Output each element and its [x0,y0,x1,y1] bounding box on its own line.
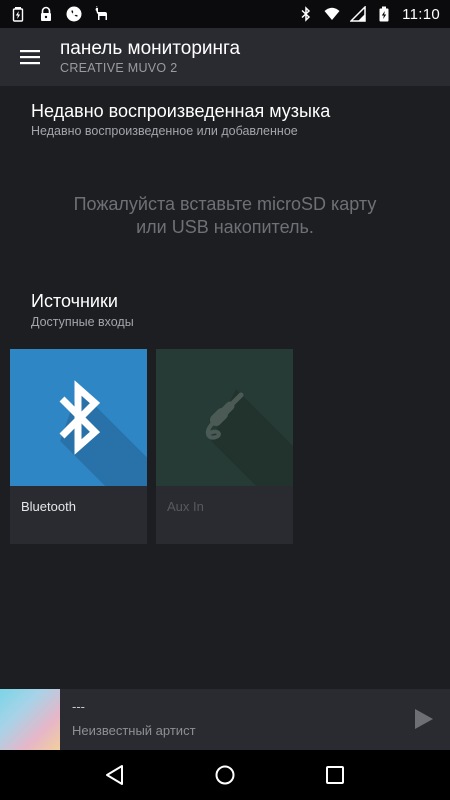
play-button[interactable] [412,707,436,731]
source-tile-bluetooth[interactable]: Bluetooth [10,349,147,544]
sources-section-subtitle: Доступные входы [31,315,134,329]
phone-icon [66,6,82,22]
bluetooth-icon [298,6,314,22]
status-bar: 11:10 [0,0,450,28]
track-artist: Неизвестный артист [72,722,196,738]
app-title: панель мониторинга [60,38,241,59]
track-title: --- [72,698,85,714]
menu-button[interactable] [0,28,60,86]
recents-icon [326,766,344,784]
source-tile-aux-in[interactable]: Aux In [156,349,293,544]
lock-icon [38,6,54,22]
app-bar: панель мониторинга CREATIVE MUVO 2 [0,28,450,86]
play-icon [415,709,433,729]
empty-message-line-1: Пожалуйста вставьте microSD карту [73,194,377,214]
bluetooth-tile-image [10,349,147,486]
status-left [10,6,110,22]
album-art [0,689,60,750]
tile-label-aux-in: Aux In [167,499,204,514]
empty-storage-message: Пожалуйста вставьте microSD карту или US… [0,193,450,239]
system-nav-bar [0,750,450,800]
device-name: CREATIVE MUVO 2 [60,61,178,75]
aux-tile-image [156,349,293,486]
status-time: 11:10 [402,5,440,23]
now-playing-bar[interactable]: --- Неизвестный артист [0,689,450,750]
now-playing-text: --- Неизвестный артист [72,698,196,742]
wifi-icon [324,6,340,22]
recent-section-subtitle: Недавно воспроизведенное или добавленное [31,124,298,138]
recents-button[interactable] [315,755,355,795]
battery-icon [376,6,392,22]
home-icon [215,765,235,785]
back-icon [106,765,123,785]
app-titles: панель мониторинга CREATIVE MUVO 2 [60,38,240,76]
home-button[interactable] [205,755,245,795]
battery-charging-icon [10,6,26,22]
aux-jack-icon [205,392,244,440]
bluetooth-icon [59,380,101,455]
sources-section-title: Источники [31,291,118,311]
recent-section-title: Недавно воспроизведенная музыка [31,101,331,121]
status-right: 11:10 [298,6,440,23]
hamburger-menu-icon [20,50,40,65]
cell-signal-icon [350,6,366,22]
back-button[interactable] [95,755,135,795]
llama-icon [94,6,110,22]
empty-message-line-2: или USB накопитель. [136,217,314,237]
tile-label-bluetooth: Bluetooth [21,499,76,514]
